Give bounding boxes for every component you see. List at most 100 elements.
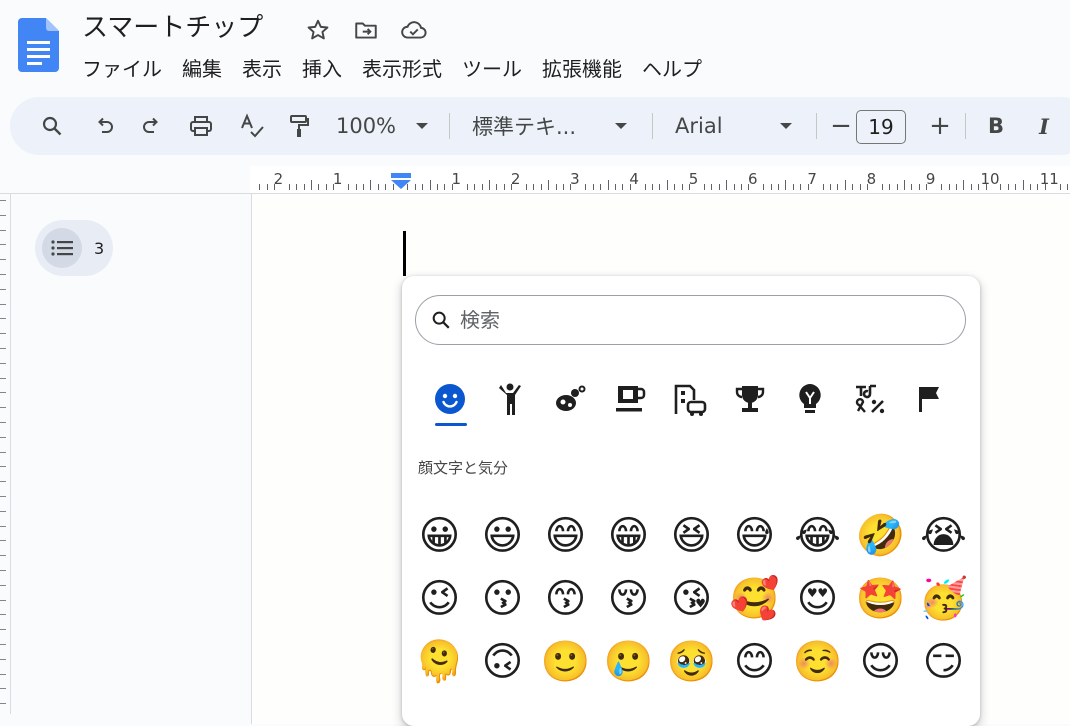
emoji-glyph: 😁 (607, 512, 650, 559)
emoji-glyph: 😘 (670, 575, 713, 622)
undo-icon[interactable] (86, 97, 122, 155)
symbols-icon[interactable] (840, 374, 900, 424)
zoom-value[interactable]: 100% (335, 97, 397, 155)
ruler-number: 11 (1039, 170, 1059, 188)
emoji-item[interactable]: 😭 (912, 504, 975, 567)
increase-font-size-button[interactable]: + (927, 97, 953, 155)
search-menus-icon[interactable] (34, 97, 70, 155)
menu-tools[interactable]: ツール (452, 53, 532, 85)
emoji-item[interactable]: 🥲 (597, 630, 660, 693)
emoji-item[interactable]: 🥹 (660, 630, 723, 693)
emoji-item[interactable]: 😏 (912, 630, 975, 693)
emoji-glyph: 😀 (418, 512, 461, 559)
emoji-item[interactable]: 😙 (534, 567, 597, 630)
emoji-item[interactable]: 🫠 (408, 630, 471, 693)
emoji-item[interactable]: 😊 (723, 630, 786, 693)
menu-file[interactable]: ファイル (72, 53, 172, 85)
emoji-item[interactable]: 🙂 (534, 630, 597, 693)
vertical-ruler[interactable] (0, 194, 11, 714)
ruler-number: 4 (629, 170, 639, 188)
ruler-tick (948, 184, 950, 190)
ruler-tick (385, 184, 387, 190)
ruler-tick (325, 184, 327, 190)
emoji-item[interactable]: 😃 (471, 504, 534, 567)
bold-button[interactable]: B (984, 97, 1008, 155)
menu-edit[interactable]: 編集 (172, 53, 232, 85)
ruler-tick (614, 184, 616, 190)
emoji-glyph: 🥹 (666, 638, 717, 685)
paragraph-style-select[interactable]: 標準テキ... (472, 97, 582, 155)
font-dropdown-icon[interactable] (776, 97, 796, 155)
indent-marker-icon[interactable] (391, 173, 411, 189)
zoom-dropdown-icon[interactable] (412, 97, 432, 155)
ruler-tick (911, 184, 913, 190)
menu-help[interactable]: ヘルプ (632, 53, 712, 85)
ruler-tick (481, 184, 483, 190)
objects-lightbulb-icon[interactable] (780, 374, 840, 424)
emoji-item[interactable]: 😚 (597, 567, 660, 630)
emoji-item[interactable]: 😌 (849, 630, 912, 693)
emoji-item[interactable]: 😉 (408, 567, 471, 630)
emoji-item[interactable]: 😁 (597, 504, 660, 567)
ruler-tick (1044, 184, 1046, 190)
menu-format[interactable]: 表示形式 (352, 53, 452, 85)
emoji-item[interactable]: 🥰 (723, 567, 786, 630)
ruler-tick (488, 180, 490, 190)
spellcheck-icon[interactable] (234, 97, 270, 155)
document-title[interactable]: スマートチップ (82, 10, 263, 46)
font-size-input[interactable]: 19 (856, 110, 906, 144)
decrease-font-size-button[interactable]: − (828, 97, 854, 155)
paint-format-icon[interactable] (281, 97, 317, 155)
ruler-tick (718, 184, 720, 190)
docs-logo-icon[interactable] (18, 18, 59, 72)
emoji-item[interactable]: ☺️ (786, 630, 849, 693)
menu-insert[interactable]: 挿入 (292, 53, 352, 85)
vertical-ruler-tick (0, 629, 6, 631)
emoji-item[interactable]: 🤣 (849, 504, 912, 567)
flags-icon[interactable] (900, 374, 960, 424)
ruler-tick (644, 184, 646, 190)
emoji-item[interactable]: 🤩 (849, 567, 912, 630)
emoji-category-tabs (420, 374, 960, 426)
emoji-glyph: 🙂 (540, 638, 591, 685)
emoji-item[interactable]: 😂 (786, 504, 849, 567)
vertical-ruler-tick (0, 303, 6, 305)
emoji-glyph: 😚 (607, 575, 650, 622)
travel-places-icon[interactable] (660, 374, 720, 424)
redo-icon[interactable] (134, 97, 170, 155)
person-icon[interactable] (480, 374, 540, 424)
document-outline-button[interactable]: 3 (35, 220, 113, 276)
style-dropdown-icon[interactable] (611, 97, 631, 155)
italic-button[interactable]: I (1032, 97, 1056, 155)
vertical-ruler-tick (0, 348, 6, 349)
smiley-icon[interactable] (420, 374, 480, 426)
emoji-item[interactable]: 😆 (660, 504, 723, 567)
vertical-ruler-tick (0, 407, 6, 409)
vertical-ruler-tick (0, 318, 6, 320)
print-icon[interactable] (183, 97, 219, 155)
emoji-item[interactable]: 😄 (534, 504, 597, 567)
food-drink-icon[interactable] (600, 374, 660, 424)
emoji-item[interactable]: 🥳 (912, 567, 975, 630)
emoji-picker: 顔文字と気分 😀 😃 😄 😁 😆 😅 😂 🤣 😭 😉 😗 😙 😚 😘 🥰 😍 🤩 🥳 🫠 🙃 🙂 🥲 🥹 😊 ☺️ 😌 😏 (402, 276, 980, 726)
ruler-tick (844, 180, 846, 190)
ruler-tick (333, 184, 335, 190)
star-icon[interactable] (304, 16, 332, 44)
menu-extensions[interactable]: 拡張機能 (532, 53, 632, 85)
activities-trophy-icon[interactable] (720, 374, 780, 424)
emoji-item[interactable]: 😗 (471, 567, 534, 630)
emoji-search-input[interactable] (458, 307, 942, 333)
move-to-folder-icon[interactable] (352, 16, 380, 44)
emoji-search-box[interactable] (415, 295, 966, 345)
emoji-item[interactable]: 😘 (660, 567, 723, 630)
font-select[interactable]: Arial (675, 97, 755, 155)
menu-view[interactable]: 表示 (232, 53, 292, 85)
ruler-tick (889, 184, 891, 190)
animals-nature-icon[interactable] (540, 374, 600, 424)
emoji-item[interactable]: 🙃 (471, 630, 534, 693)
emoji-item[interactable]: 😀 (408, 504, 471, 567)
cloud-saved-icon[interactable] (400, 16, 428, 44)
ruler-tick (318, 184, 320, 190)
emoji-item[interactable]: 😅 (723, 504, 786, 567)
emoji-item[interactable]: 😍 (786, 567, 849, 630)
